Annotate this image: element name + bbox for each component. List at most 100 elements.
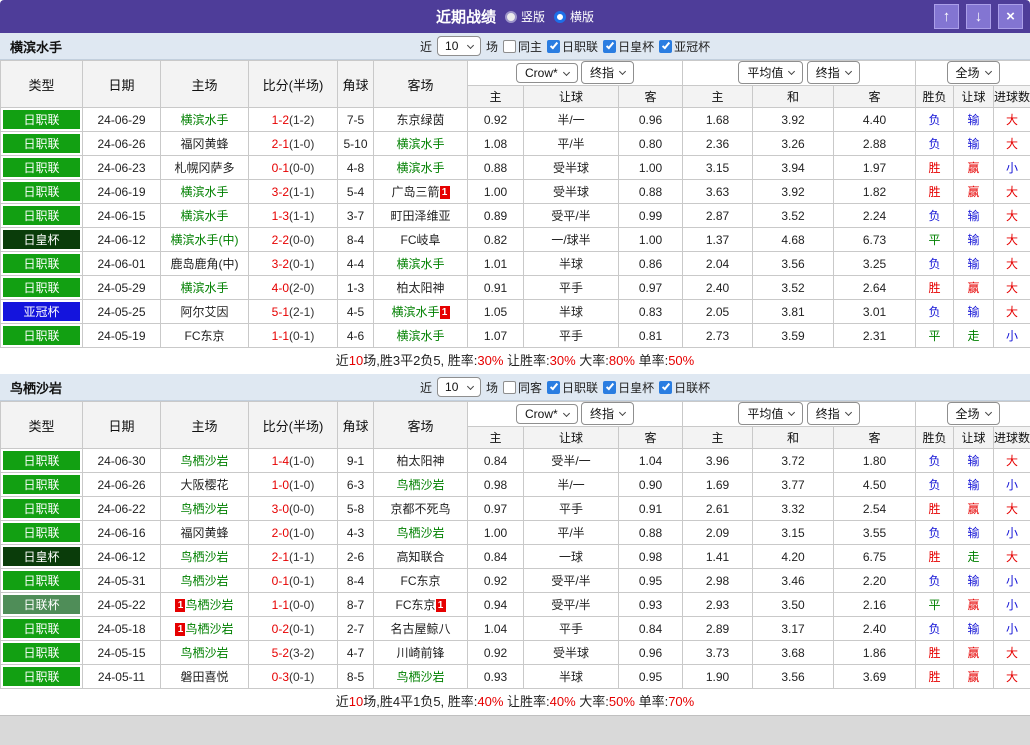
half-time-score: (1-0) [289,453,315,468]
average-odds-0: 3.15 [682,155,754,180]
average-odds-0: 1.68 [682,107,754,132]
half-time-score: (0-1) [289,256,315,271]
league-type-badge: 日职联 [3,499,80,518]
result-text: 小 [1006,622,1019,636]
sub-header-3: 主 [682,84,754,109]
match-date: 24-06-12 [82,227,161,252]
league-type-badge: 日职联 [3,571,80,590]
result-text: 输 [967,574,980,588]
match-row: 日职联 24-06-19 横滨水手 3-2(1-1) 5-4 广岛三箭 1 1.00 受半球 0.… [0,179,1030,204]
match-row: 日职联 24-06-29 横滨水手 1-2(1-2) 7-5 东京绿茵 0.92 半/一 0.9… [0,107,1030,132]
average-odds-1: 3.50 [752,592,835,617]
bottom-strip [0,715,1030,727]
final-index-dropdown[interactable]: 终指 [581,61,635,85]
layout-option-horizontal[interactable]: 横版 [554,8,594,25]
handicap-odds-0: 0.88 [467,155,524,180]
unchecked-checkbox-icon [503,380,517,394]
summary-segment: 场,胜4平1负5, 胜率: [363,694,478,709]
handicap-odds-2: 0.80 [617,131,684,156]
result-text: 负 [928,526,941,540]
average-value-dropdown[interactable]: 平均值 [738,61,804,85]
average-odds-1: 3.46 [752,568,835,593]
scroll-down-button[interactable]: ↓ [966,4,991,29]
summary-segment: 场,胜3平2负5, 胜率: [363,353,478,368]
corner-count: 4-3 [337,520,374,545]
section-header: 横滨水手 近 10 场 同主 日职联 日皇杯 亚冠杯 [0,33,1030,60]
full-match-dropdown[interactable]: 全场 [946,402,1000,426]
league-filter-2[interactable]: 亚冠杯 [659,38,710,55]
result-cell-2: 小 [993,568,1030,593]
average-odds-0: 3.96 [682,448,754,473]
handicap-odds-0: 0.92 [467,107,524,132]
average-odds-0: 3.63 [682,179,754,204]
handicap-odds-2: 0.96 [617,640,684,665]
match-date: 24-06-15 [82,203,161,228]
half-time-score: (0-1) [289,621,315,636]
handicap-odds-0: 1.01 [467,251,524,276]
average-odds-1: 3.56 [752,251,835,276]
away-team-cell: 横滨水手 [373,323,468,348]
full-match-dropdown[interactable]: 全场 [946,61,1000,85]
result-cell-2: 大 [993,544,1030,569]
home-team-name: 横滨水手 [180,281,229,295]
odds-company-dropdown[interactable]: Crow* [515,404,578,425]
home-team-name: 鹿岛鹿角(中) [170,257,239,271]
odds-company-dropdown[interactable]: Crow* [515,63,578,84]
handicap-odds-0: 0.91 [467,275,524,300]
result-text: 走 [967,329,980,343]
home-team-cell: 阿尔艾因 [160,299,249,324]
close-button[interactable]: × [998,4,1023,29]
same-venue-checkbox[interactable]: 同主 [503,38,542,55]
handicap-odds-0: 1.05 [467,299,524,324]
final-index-dropdown-2[interactable]: 终指 [806,61,860,85]
same-venue-checkbox[interactable]: 同客 [503,379,542,396]
home-team-name: 札幌冈萨多 [174,161,235,175]
league-type-badge: 日皇杯 [3,230,80,249]
full-time-score: 3-2 [271,256,289,271]
match-row: 日职联 24-06-23 札幌冈萨多 0-1(0-0) 4-8 横滨水手 0.88 受半球 1.… [0,155,1030,180]
league-filter-0[interactable]: 日职联 [547,38,598,55]
handicap-odds-1: 半球 [523,251,619,276]
final-index-dropdown-2[interactable]: 终指 [806,402,860,426]
checkmark-icon [661,381,670,391]
result-text: 小 [1006,574,1019,588]
handicap-odds-2: 1.00 [617,227,684,252]
sub-header-1: 让球 [523,425,619,450]
checked-checkbox-icon [659,39,673,53]
home-team-cell: 横滨水手 [160,203,249,228]
handicap-odds-1: 平手 [523,616,619,641]
layout-option-vertical[interactable]: 竖版 [504,8,545,25]
final-index-dropdown[interactable]: 终指 [581,402,635,426]
handicap-odds-0: 0.82 [467,227,524,252]
average-odds-0: 1.69 [682,472,754,497]
league-filter-0[interactable]: 日职联 [547,379,598,396]
handicap-odds-1: 半/一 [523,472,619,497]
col-header-0: 类型 [0,401,83,449]
average-odds-2: 3.69 [833,664,917,689]
scroll-up-button[interactable]: ↑ [934,4,959,29]
checkmark-icon [549,381,558,391]
league-filter-2[interactable]: 日联杯 [659,379,710,396]
league-type-cell: 日皇杯 [0,227,83,252]
full-time-score: 3-0 [271,501,289,516]
away-team-name: 鸟栖沙岩 [396,478,445,492]
average-value-dropdown[interactable]: 平均值 [738,402,804,426]
league-filter-1[interactable]: 日皇杯 [603,379,654,396]
handicap-odds-2: 0.91 [617,496,684,521]
league-type-cell: 亚冠杯 [0,299,83,324]
average-odds-1: 3.59 [752,323,835,348]
match-count-select[interactable]: 10 [437,36,482,56]
average-odds-1: 3.52 [752,275,835,300]
match-row: 日职联 24-06-15 横滨水手 1-3(1-1) 3-7 町田泽维亚 0.89 受平/半 0… [0,203,1030,228]
result-cell-1: 输 [953,131,995,156]
handicap-odds-1: 受平/半 [523,203,619,228]
handicap-odds-1: 受半球 [523,179,619,204]
league-filter-1[interactable]: 日皇杯 [603,38,654,55]
handicap-odds-1: 半/一 [523,107,619,132]
red-card-badge: 1 [439,306,450,319]
away-team-name: 东京绿茵 [396,113,445,127]
result-cell-0: 负 [915,520,955,545]
match-row: 日职联 24-06-16 福冈黄蜂 2-0(1-0) 4-3 鸟栖沙岩 1.00 平/半 0.8… [0,520,1030,545]
handicap-odds-0: 0.94 [467,592,524,617]
match-count-select[interactable]: 10 [437,377,482,397]
